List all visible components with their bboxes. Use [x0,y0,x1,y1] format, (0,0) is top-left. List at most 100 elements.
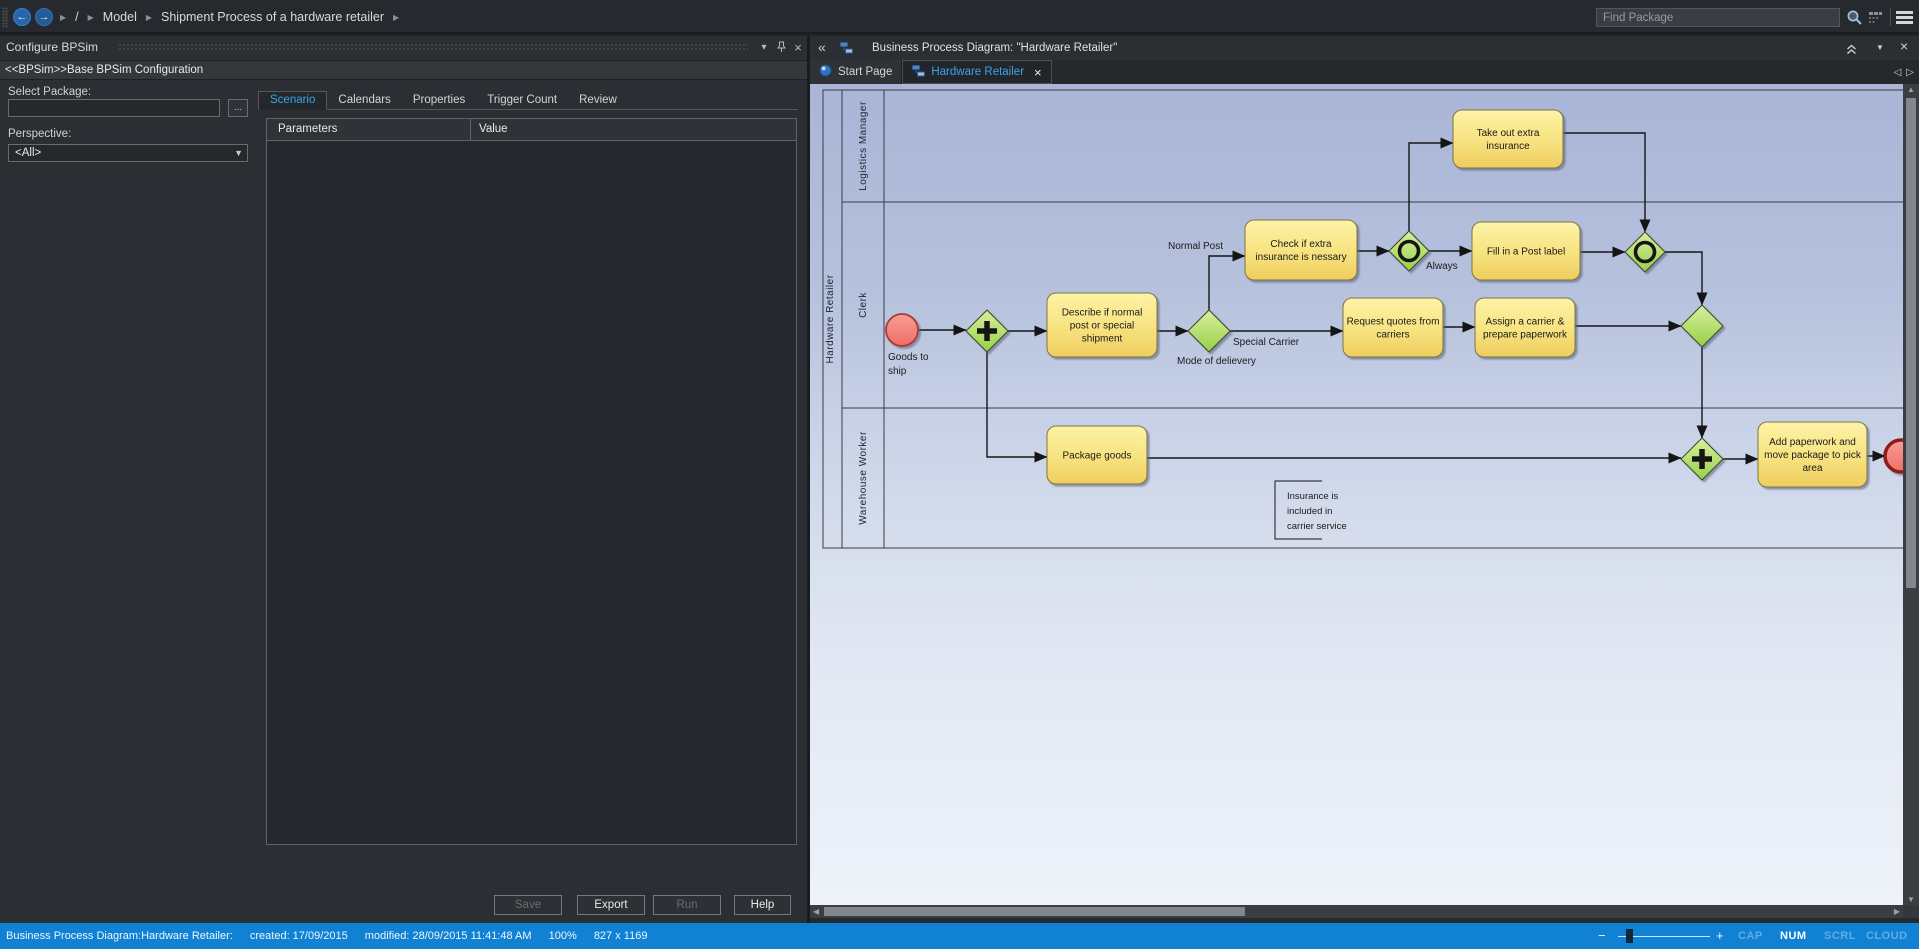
task-label: Assign a carrier & [1486,317,1565,328]
top-toolbar: ← → ▶/▶Model▶Shipment Process of a hardw… [0,0,1919,34]
tab-properties[interactable]: Properties [402,92,476,109]
search-icon[interactable] [1846,9,1863,31]
scroll-down-icon[interactable]: ▼ [1903,895,1919,904]
perspective-dropdown[interactable]: <All> ▼ [8,144,248,162]
diagram-icon [840,41,853,59]
task-request-quotes[interactable]: Request quotes fromcarriers [1343,298,1443,357]
gateway-gw-merge[interactable] [1681,305,1723,347]
run-button: Run [653,895,721,915]
column-header-parameters: Parameters [267,119,471,140]
help-button[interactable]: Help [734,895,791,915]
e-inclusive1-takeout[interactable] [1409,143,1453,231]
gateway-gw-inclusive-1[interactable] [1389,231,1429,271]
diagram-header: « Business Process Diagram: "Hardware Re… [810,36,1919,60]
task-label: Fill in a Post label [1487,247,1565,258]
breadcrumb-item[interactable]: / [75,10,78,24]
lane-label-warehouse-worker[interactable]: Warehouse Worker [858,431,869,525]
save-button: Save [494,895,562,915]
task-take-out-insurance[interactable]: Take out extrainsurance [1453,110,1563,168]
e-inclusive2-merge[interactable] [1665,252,1702,305]
table-header: Parameters Value [267,119,796,141]
toolbar-separator [1890,8,1891,26]
tab-scroll-arrows: ◁ ▷ [1894,60,1914,84]
e-split-package[interactable] [987,352,1047,457]
text-annotation[interactable]: Insurance isincluded incarrier service [1275,481,1347,539]
panel-menu-icon[interactable]: ▾ [757,40,771,54]
chevron-down-icon[interactable]: ▼ [1876,43,1884,52]
gateway-gw-parallel-split[interactable] [966,310,1008,352]
zoom-slider-thumb[interactable] [1626,929,1633,943]
task-check-insurance[interactable]: Check if extrainsurance is nessary [1245,220,1357,280]
grid-options-icon[interactable] [1868,11,1883,30]
select-package-input[interactable] [8,99,220,117]
scroll-left-icon[interactable]: ◀ [813,905,819,918]
pool-label: Hardware Retailer [825,274,836,363]
lane-label-logistics-manager[interactable]: Logistics Manager [858,101,869,191]
export-button[interactable]: Export [577,895,645,915]
gateway-gw-parallel-join[interactable] [1681,438,1723,480]
stereotype-bar: <<BPSim>>Base BPSim Configuration [0,60,807,80]
event-start-goods-to-ship[interactable] [886,314,918,346]
diagram-tabbar: Start PageHardware Retailer× [810,60,1919,84]
tab-scenario[interactable]: Scenario [258,91,327,110]
lane-label-clerk[interactable]: Clerk [858,292,869,318]
tab-trigger-count[interactable]: Trigger Count [476,92,568,109]
status-doc: Business Process Diagram:Hardware Retail… [6,930,236,942]
horizontal-scroll-thumb[interactable] [824,907,1245,916]
perspective-value: <All> [15,147,41,159]
collapse-left-icon[interactable]: « [818,39,826,55]
vertical-scroll-thumb[interactable] [1906,98,1916,588]
annotation-text: carrier service [1287,521,1347,532]
pin-icon[interactable] [774,40,788,54]
indicator-num: NUM [1780,923,1807,949]
horizontal-scrollbar[interactable]: ◀ ▶ [810,905,1903,918]
e-takeout-inclusive2[interactable] [1563,133,1645,232]
task-label: insurance is nessary [1255,252,1346,263]
tab-scroll-right-icon[interactable]: ▷ [1906,67,1914,78]
status-text: Business Process Diagram:Hardware Retail… [6,923,661,949]
lbl-goods-to-ship: Goods to [888,352,929,363]
close-icon[interactable]: × [791,40,805,54]
breadcrumb: ▶/▶Model▶Shipment Process of a hardware … [60,0,399,34]
nav-back-button[interactable]: ← [13,8,31,26]
find-package-input[interactable] [1596,8,1840,27]
breadcrumb-separator-icon: ▶ [60,13,66,22]
task-label: Add paperwork and [1769,437,1856,448]
event-end-event[interactable] [1885,440,1903,472]
parameters-table: Parameters Value [266,118,797,845]
breadcrumb-item[interactable]: Model [103,10,137,24]
diagram-panel: « Business Process Diagram: "Hardware Re… [810,36,1919,923]
e-mode-check[interactable] [1209,256,1245,310]
hamburger-menu-icon[interactable] [1896,11,1913,26]
task-describe-shipment[interactable]: Describe if normalpost or specialshipmen… [1047,293,1157,357]
diagram-canvas[interactable]: Hardware Retailer Logistics Manager Clerk W… [810,84,1903,905]
breadcrumb-item[interactable]: Shipment Process of a hardware retailer [161,10,384,24]
close-tab-icon[interactable]: × [1034,65,1042,80]
zoom-in-button[interactable]: + [1716,923,1724,949]
close-icon[interactable]: × [1900,38,1908,54]
task-add-paperwork[interactable]: Add paperwork andmove package to pickare… [1758,422,1867,487]
vertical-scrollbar[interactable]: ▲ ▼ [1903,84,1919,905]
task-fill-post-label[interactable]: Fill in a Post label [1472,222,1580,280]
tab-hardware-retailer[interactable]: Hardware Retailer× [902,60,1051,84]
toolbar-grip[interactable] [2,7,8,28]
scroll-up-icon[interactable]: ▲ [1903,85,1919,94]
task-label: Take out extra [1477,128,1540,139]
task-package-goods[interactable]: Package goods [1047,426,1147,484]
scroll-right-icon[interactable]: ▶ [1894,905,1900,918]
zoom-out-button[interactable]: − [1598,923,1606,949]
task-label: prepare paperwork [1483,330,1568,341]
gateway-gw-inclusive-2[interactable] [1625,232,1665,272]
gateway-gw-mode-of-delivery[interactable] [1188,310,1230,352]
task-assign-carrier[interactable]: Assign a carrier & prepare paperwork [1475,298,1575,357]
table-body[interactable] [267,141,796,844]
double-chevron-up-icon[interactable] [1846,42,1857,60]
tab-review[interactable]: Review [568,92,628,109]
tab-calendars[interactable]: Calendars [327,92,401,109]
tab-start-page[interactable]: Start Page [810,60,902,84]
task-label: shipment [1082,334,1123,345]
tab-scroll-left-icon[interactable]: ◁ [1894,67,1902,78]
nav-forward-button[interactable]: → [35,8,53,26]
bpmn-diagram[interactable]: Hardware Retailer Logistics Manager Clerk W… [810,84,1903,905]
browse-button[interactable]: ... [228,99,248,117]
